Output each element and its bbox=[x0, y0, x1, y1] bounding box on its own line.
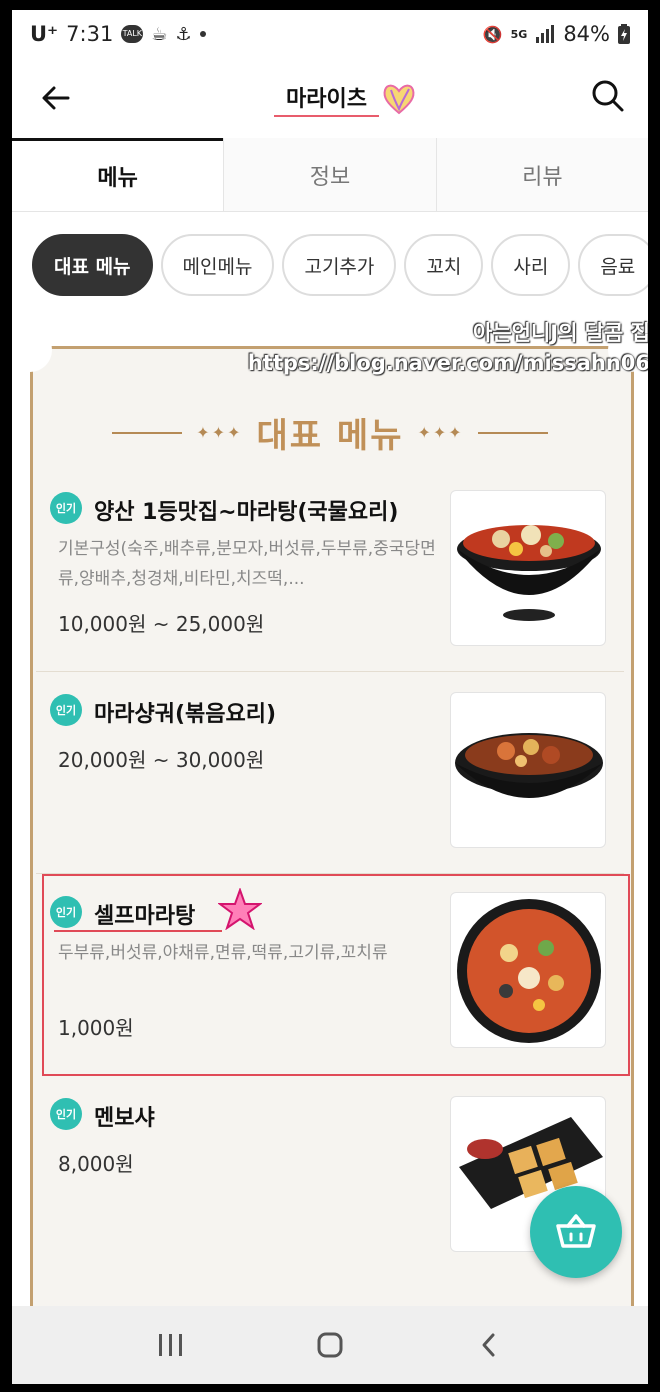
menu-item-name: 멘보샤 bbox=[94, 1106, 155, 1131]
menu-item[interactable]: 인기 양산 1등맛집~마라탕(국물요리) 기본구성(숙주,배추류,분모자,버섯류… bbox=[36, 470, 624, 672]
divider-line bbox=[112, 431, 183, 434]
blog-watermark: 아는언니J의 달콤 집 https://blog.naver.com/missa… bbox=[240, 318, 648, 378]
chip-drinks[interactable]: 음료 bbox=[578, 234, 648, 296]
sparkle-icon: ✦✦✦ bbox=[417, 423, 464, 442]
chip-skewers[interactable]: 꼬치 bbox=[404, 234, 484, 296]
popular-badge: 인기 bbox=[50, 896, 82, 928]
food-thumbnail bbox=[450, 490, 606, 646]
recent-apps-button[interactable] bbox=[151, 1325, 191, 1365]
battery-icon bbox=[618, 24, 630, 44]
menu-item-name: 마라샹궈(볶음요리) bbox=[94, 702, 277, 727]
mute-icon: 🔇 bbox=[482, 24, 503, 44]
tab-bar: 메뉴 정보 리뷰 bbox=[12, 138, 648, 212]
food-thumbnail bbox=[450, 892, 606, 1048]
chip-featured-menu[interactable]: 대표 메뉴 bbox=[32, 234, 153, 296]
signal-icon bbox=[536, 25, 555, 43]
menu-item-desc: 기본구성(숙주,배추류,분모자,버섯류,두부류,중국당면류,양배추,청경채,비타… bbox=[58, 539, 436, 589]
divider-line bbox=[477, 431, 548, 434]
system-nav-bar bbox=[12, 1306, 648, 1384]
chip-noodles[interactable]: 사리 bbox=[491, 234, 571, 296]
category-chips: 대표 메뉴 메인메뉴 고기추가 꼬치 사리 음료 bbox=[32, 234, 648, 296]
heart-icon bbox=[383, 84, 415, 115]
app-header: 마라이츠 bbox=[12, 58, 648, 140]
recent-apps-icon bbox=[159, 1334, 183, 1356]
app-screen: U⁺ 7:31 TALK ☕ ⚓ 🔇 5G 84% 마라이츠 메뉴 정보 리뷰 … bbox=[12, 10, 648, 1384]
cart-button[interactable] bbox=[530, 1186, 622, 1278]
popular-badge: 인기 bbox=[50, 492, 82, 524]
food-thumbnail bbox=[450, 692, 606, 848]
tab-menu[interactable]: 메뉴 bbox=[12, 138, 224, 211]
tab-reviews[interactable]: 리뷰 bbox=[435, 138, 648, 211]
chip-main-menu[interactable]: 메인메뉴 bbox=[160, 234, 275, 296]
search-icon[interactable] bbox=[590, 78, 626, 114]
coffee-icon: ☕ bbox=[151, 23, 168, 45]
home-icon bbox=[317, 1332, 343, 1358]
back-button[interactable] bbox=[469, 1325, 509, 1365]
notification-dot-icon bbox=[199, 31, 206, 37]
network-label: 5G bbox=[510, 27, 528, 41]
tab-info[interactable]: 정보 bbox=[223, 138, 436, 211]
menu-item-price: 20,000원 ~ 30,000원 bbox=[58, 748, 265, 772]
chip-extra-meat[interactable]: 고기추가 bbox=[282, 234, 397, 296]
star-icon bbox=[218, 888, 262, 930]
chevron-left-icon bbox=[482, 1333, 495, 1357]
home-button[interactable] bbox=[310, 1325, 350, 1365]
talk-icon: TALK bbox=[121, 25, 144, 43]
page-title: 마라이츠 bbox=[274, 81, 379, 117]
sparkle-icon: ✦✦✦ bbox=[196, 423, 243, 442]
anchor-icon: ⚓ bbox=[175, 23, 192, 45]
basket-icon bbox=[556, 1214, 596, 1248]
menu-item-price: 1,000원 bbox=[58, 1016, 134, 1040]
menu-item-name: 셀프마라탕 bbox=[94, 904, 196, 929]
name-underline bbox=[54, 930, 222, 932]
arrow-left-icon[interactable] bbox=[38, 80, 74, 116]
battery-label: 84% bbox=[563, 22, 610, 46]
watermark-line-1: 아는언니J의 달콤 집 bbox=[473, 321, 648, 345]
status-bar: U⁺ 7:31 TALK ☕ ⚓ 🔇 5G 84% bbox=[12, 10, 648, 58]
watermark-line-2: https://blog.naver.com/missahn06 bbox=[247, 351, 648, 375]
popular-badge: 인기 bbox=[50, 1098, 82, 1130]
menu-item-price: 8,000원 bbox=[58, 1152, 134, 1176]
popular-badge: 인기 bbox=[50, 694, 82, 726]
menu-item-name: 양산 1등맛집~마라탕(국물요리) bbox=[94, 500, 399, 525]
clock: 7:31 bbox=[66, 22, 114, 46]
section-title: ✦✦✦ 대표 메뉴 ✦✦✦ bbox=[12, 408, 648, 457]
menu-item-desc: 두부류,버섯류,야채류,면류,떡류,고기류,꼬치류 bbox=[58, 943, 388, 963]
section-title-text: 대표 메뉴 bbox=[256, 416, 404, 456]
page-title-wrap: 마라이츠 bbox=[274, 74, 417, 124]
carrier-label: U⁺ bbox=[30, 22, 59, 46]
menu-item[interactable]: 인기 셀프마라탕 두부류,버섯류,야채류,면류,떡류,고기류,꼬치류 1,000… bbox=[42, 874, 630, 1076]
menu-item[interactable]: 인기 마라샹궈(볶음요리) 20,000원 ~ 30,000원 bbox=[36, 672, 624, 874]
menu-item-price: 10,000원 ~ 25,000원 bbox=[58, 612, 265, 636]
